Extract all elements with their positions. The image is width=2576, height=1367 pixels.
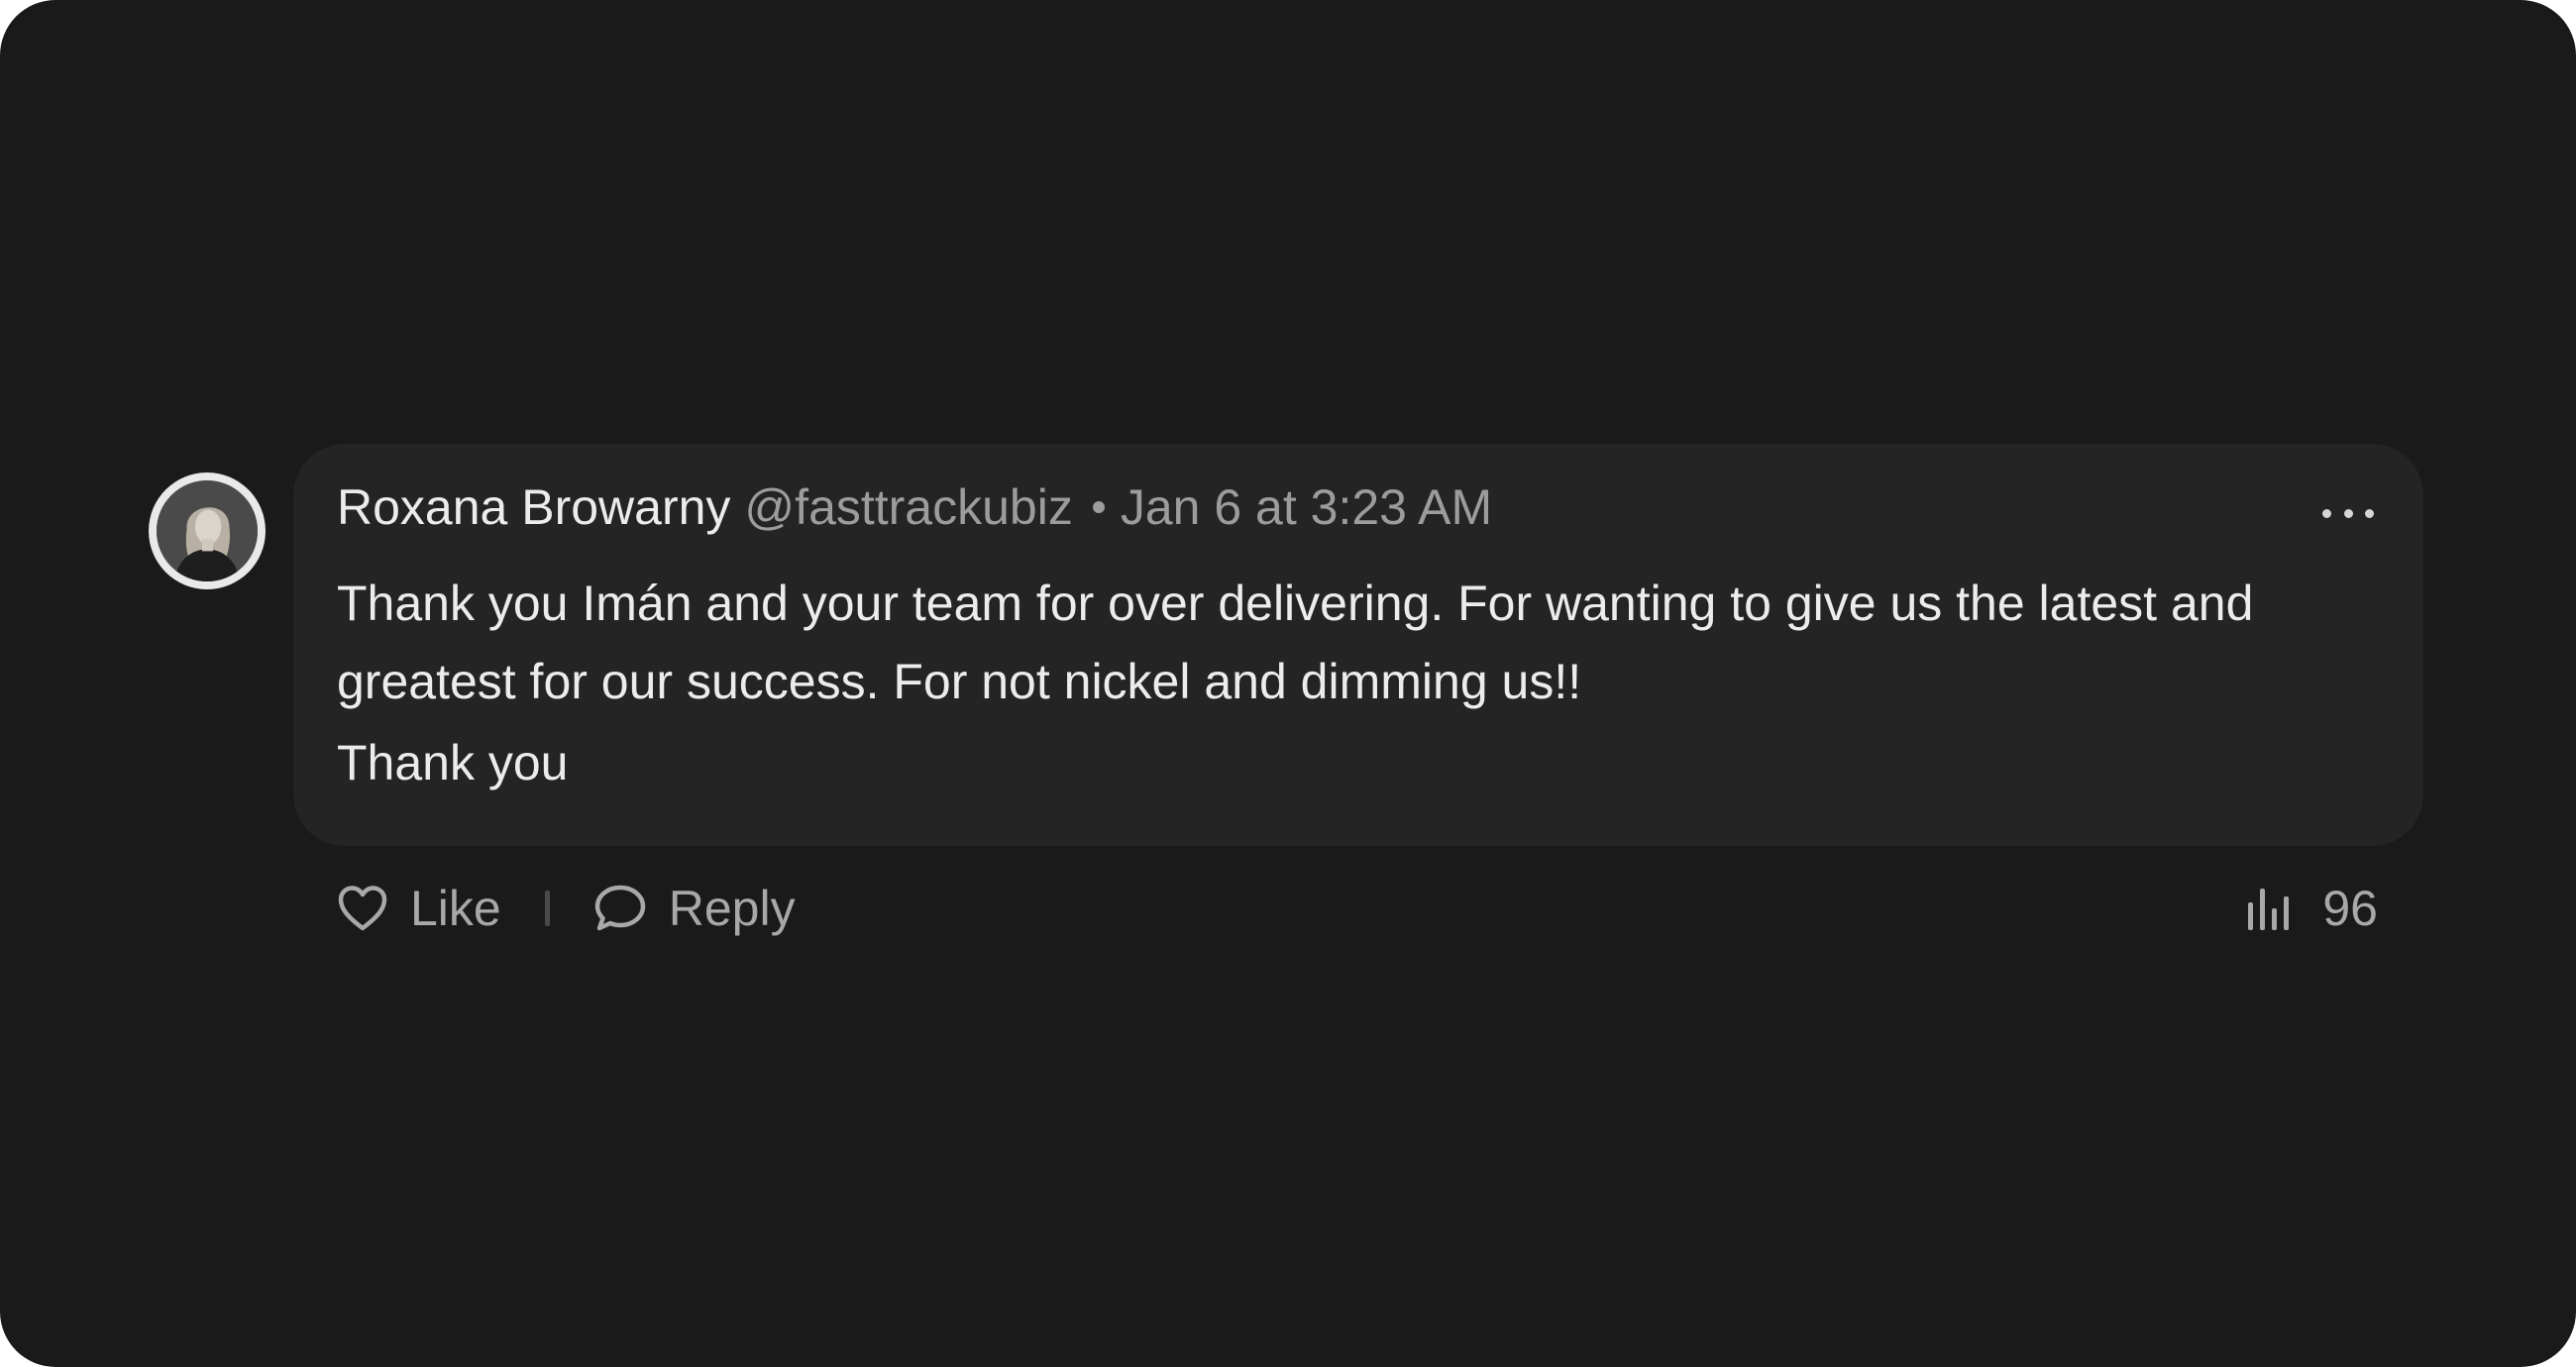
reply-button[interactable]: Reply [593,880,796,937]
comment-paragraph: Thank you [337,735,569,790]
author-name[interactable]: Roxana Browarny [337,475,730,539]
more-horizontal-icon-dot [2343,508,2353,518]
like-label: Like [410,881,501,936]
action-divider [544,891,550,926]
comment-card: Roxana Browarny @fasttrackubiz Jan 6 at … [0,0,2576,1367]
like-button[interactable]: Like [337,880,501,937]
views-count: 96 [2322,881,2378,936]
avatar-photo [157,480,258,581]
speech-bubble-icon [594,885,645,931]
more-horizontal-icon [2322,508,2331,518]
comment-header: Roxana Browarny @fasttrackubiz Jan 6 at … [337,475,1492,539]
more-horizontal-icon-dot [2365,508,2374,518]
timestamp[interactable]: Jan 6 at 3:23 AM [1121,475,1492,539]
user-photo-icon [157,480,258,581]
comment-actions: Like Reply [337,874,796,943]
comment-bubble: Roxana Browarny @fasttrackubiz Jan 6 at … [293,444,2423,846]
heart-icon [338,886,387,931]
more-options-button[interactable] [2322,501,2374,525]
view-count: 96 [2245,874,2378,943]
author-handle[interactable]: @fasttrackubiz [744,475,1072,539]
bar-chart-icon [2248,889,2290,930]
avatar[interactable] [149,473,266,589]
reply-label: Reply [668,881,796,936]
comment-body: Thank you Imán and your team for over de… [337,565,2358,802]
comment-paragraph: Thank you Imán and your team for over de… [337,576,2254,709]
separator-dot [1092,501,1105,513]
